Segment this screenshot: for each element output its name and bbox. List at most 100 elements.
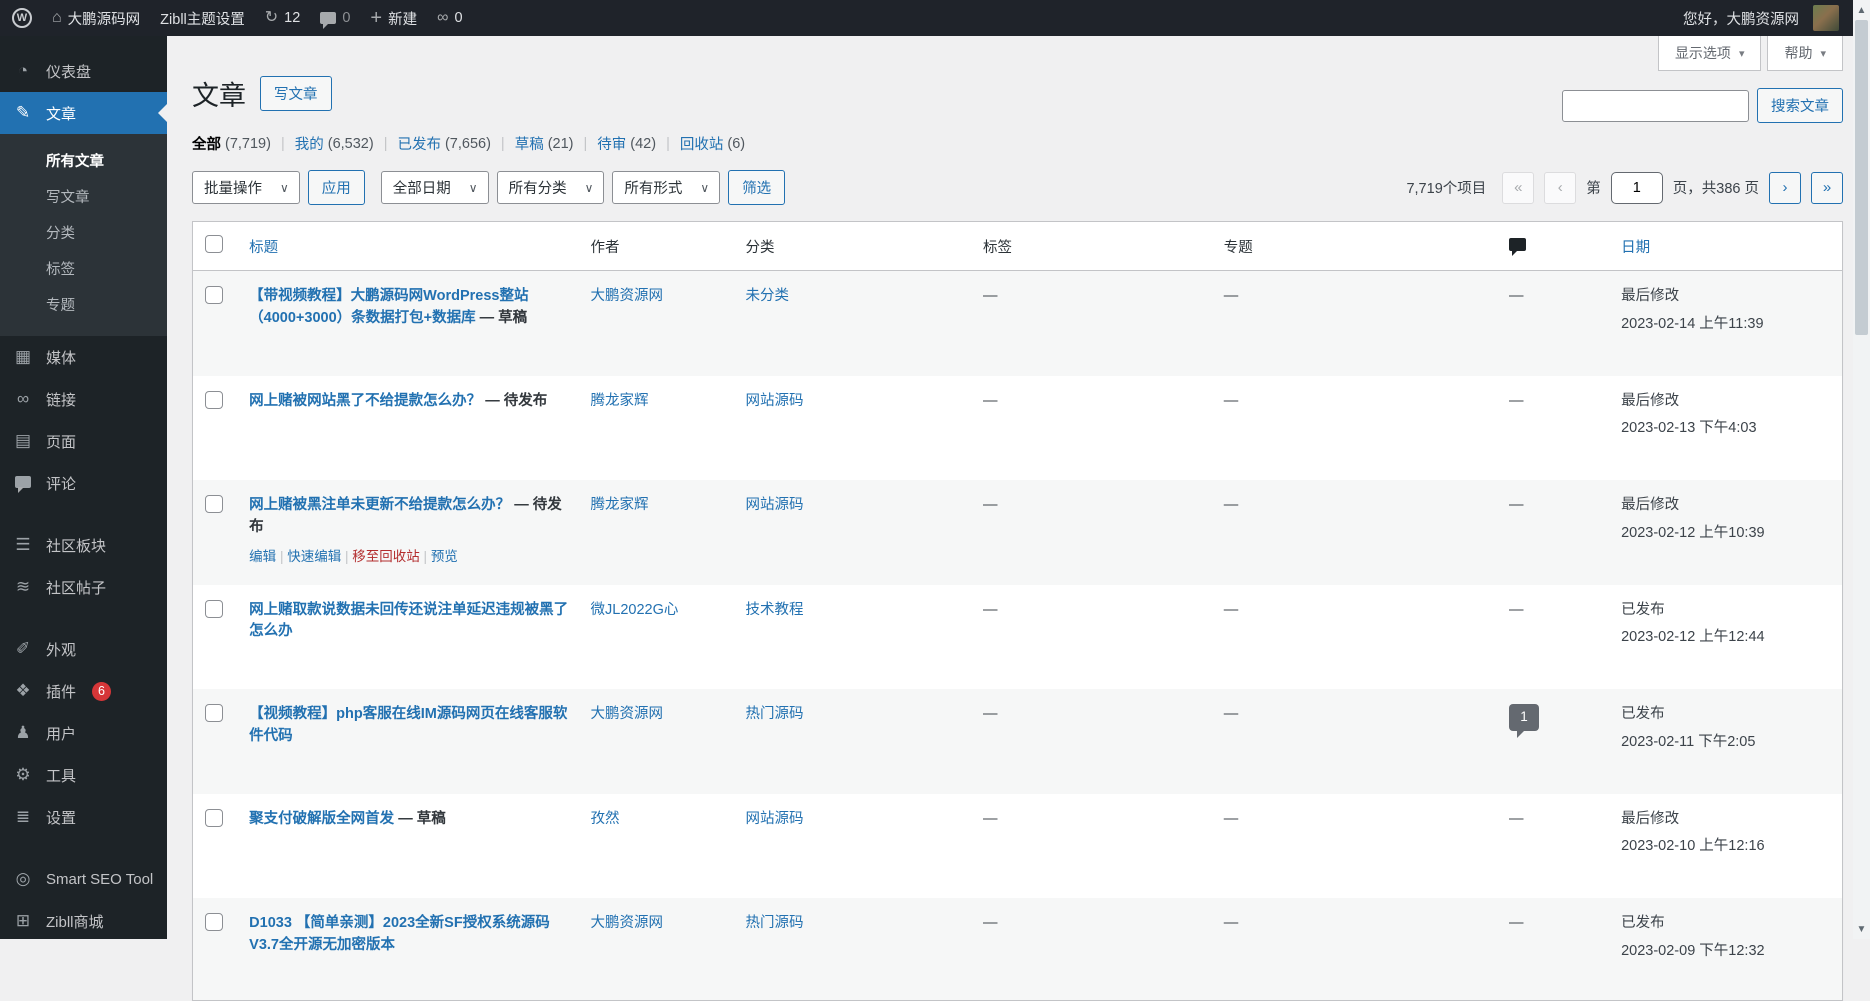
trash-action[interactable]: 移至回收站: [352, 549, 420, 564]
sidebar-item-label: 文章: [46, 103, 76, 124]
sidebar-item-links[interactable]: ∞ 链接: [0, 378, 167, 420]
filter-mine[interactable]: 我的: [295, 133, 324, 154]
row-checkbox[interactable]: [205, 704, 223, 722]
date-filter-select[interactable]: 全部日期 ∨: [381, 171, 489, 204]
category-link[interactable]: 未分类: [746, 288, 790, 304]
first-page-button[interactable]: «: [1502, 172, 1534, 204]
filter-published[interactable]: 已发布: [397, 133, 441, 154]
submenu-tags[interactable]: 标签: [0, 250, 167, 286]
submenu-write-post[interactable]: 写文章: [0, 178, 167, 214]
date-value: 2023-02-10 上午12:16: [1621, 836, 1832, 858]
next-page-button[interactable]: ›: [1769, 172, 1801, 204]
post-title-link[interactable]: 网上赌被黑注单未更新不给提款怎么办？: [249, 497, 510, 513]
submenu-categories[interactable]: 分类: [0, 214, 167, 250]
post-state: — 草稿: [476, 310, 528, 326]
category-filter-select[interactable]: 所有分类 ∨: [497, 171, 605, 204]
date-status: 最后修改: [1621, 809, 1832, 831]
vertical-scrollbar[interactable]: ▲ ▼: [1853, 0, 1870, 939]
screen-options-label: 显示选项: [1675, 43, 1731, 63]
adminbar-links[interactable]: ∞ 0: [437, 10, 462, 26]
apply-button[interactable]: 应用: [308, 170, 365, 205]
category-link[interactable]: 网站源码: [746, 811, 804, 827]
scroll-up-arrow-icon[interactable]: ▲: [1853, 2, 1870, 18]
adminbar-updates[interactable]: ↻ 12: [265, 10, 301, 26]
sidebar-item-settings[interactable]: ≣ 设置: [0, 796, 167, 838]
author-link[interactable]: 腾龙家辉: [591, 393, 649, 409]
post-title-link[interactable]: 聚支付破解版全网首发: [249, 811, 394, 827]
post-title-link[interactable]: 网上赌取款说数据未回传还说注单延迟违规被黑了怎么办: [249, 602, 568, 640]
category-link[interactable]: 热门源码: [746, 706, 804, 722]
row-checkbox[interactable]: [205, 913, 223, 931]
search-input[interactable]: [1562, 90, 1749, 122]
sidebar-item-users[interactable]: ♟ 用户: [0, 712, 167, 754]
sidebar-item-posts[interactable]: ✎ 文章: [0, 92, 167, 134]
scroll-down-arrow-icon[interactable]: ▼: [1853, 921, 1870, 937]
sidebar-item-zibll-shop[interactable]: ⊞ Zibll商城: [0, 900, 167, 942]
category-link[interactable]: 热门源码: [746, 915, 804, 931]
sidebar-item-media[interactable]: ▦ 媒体: [0, 336, 167, 378]
sidebar-item-smart-seo-tool[interactable]: ◎ Smart SEO Tool: [0, 858, 167, 900]
post-title-link[interactable]: D1033 【简单亲测】2023全新SF授权系统源码 V3.7全开源无加密版本: [249, 915, 550, 953]
filter-separator: |: [584, 136, 588, 152]
select-all-checkbox[interactable]: [205, 235, 223, 253]
filter-all[interactable]: 全部: [192, 133, 221, 154]
adminbar-site-link[interactable]: ⌂ 大鹏源码网: [52, 8, 140, 29]
home-icon: ⌂: [52, 10, 62, 26]
filter-trash[interactable]: 回收站: [680, 133, 724, 154]
topic-value: —: [1224, 602, 1239, 618]
post-title-link[interactable]: 网上赌被网站黑了不给提款怎么办？: [249, 393, 481, 409]
category-link[interactable]: 技术教程: [746, 602, 804, 618]
wordpress-logo-icon[interactable]: W: [12, 8, 32, 28]
filter-draft[interactable]: 草稿: [515, 133, 544, 154]
sidebar-item-tools[interactable]: ⚙ 工具: [0, 754, 167, 796]
bulk-actions-select[interactable]: 批量操作 ∨: [192, 171, 300, 204]
help-button[interactable]: 帮助 ▾: [1767, 36, 1843, 71]
screen-options-button[interactable]: 显示选项 ▾: [1658, 36, 1762, 71]
column-header-date[interactable]: 日期: [1611, 222, 1842, 271]
row-checkbox[interactable]: [205, 809, 223, 827]
filter-separator: |: [384, 136, 388, 152]
row-checkbox[interactable]: [205, 391, 223, 409]
last-page-button[interactable]: »: [1811, 172, 1843, 204]
author-link[interactable]: 腾龙家辉: [591, 497, 649, 513]
adminbar-theme-settings[interactable]: Zibll主题设置: [160, 8, 245, 29]
adminbar-new[interactable]: + 新建: [370, 8, 417, 29]
author-link[interactable]: 孜然: [591, 811, 620, 827]
add-new-post-button[interactable]: 写文章: [260, 76, 332, 111]
author-link[interactable]: 微JL2022G心: [591, 602, 679, 618]
category-link[interactable]: 网站源码: [746, 393, 804, 409]
submenu-topics[interactable]: 专题: [0, 286, 167, 322]
sidebar-item-dashboard[interactable]: ◔ 仪表盘: [0, 50, 167, 92]
author-link[interactable]: 大鹏资源网: [591, 706, 664, 722]
submenu-all-posts[interactable]: 所有文章: [0, 142, 167, 178]
scrollbar-thumb[interactable]: [1855, 20, 1868, 335]
column-header-title[interactable]: 标题: [239, 222, 580, 271]
edit-action[interactable]: 编辑: [249, 549, 276, 564]
row-checkbox[interactable]: [205, 600, 223, 618]
sidebar-item-appearance[interactable]: ✐ 外观: [0, 628, 167, 670]
row-checkbox[interactable]: [205, 495, 223, 513]
current-page-input[interactable]: [1611, 172, 1663, 204]
sidebar-item-pages[interactable]: ▤ 页面: [0, 420, 167, 462]
comment-count-bubble[interactable]: 1: [1509, 704, 1539, 731]
row-checkbox[interactable]: [205, 286, 223, 304]
adminbar-comments[interactable]: 0: [320, 10, 350, 26]
post-title-link[interactable]: 【视频教程】php客服在线IM源码网页在线客服软件代码: [249, 706, 567, 744]
quick-edit-action[interactable]: 快速编辑: [287, 549, 341, 564]
filter-button[interactable]: 筛选: [728, 170, 785, 205]
preview-action[interactable]: 预览: [431, 549, 458, 564]
prev-page-button[interactable]: ‹: [1544, 172, 1576, 204]
author-link[interactable]: 大鹏资源网: [591, 288, 664, 304]
comment-count: 1: [1520, 707, 1528, 727]
sidebar-item-community-posts[interactable]: ≋ 社区帖子: [0, 566, 167, 608]
search-posts-button[interactable]: 搜索文章: [1757, 88, 1843, 123]
author-link[interactable]: 大鹏资源网: [591, 915, 664, 931]
sidebar-item-comments[interactable]: 评论: [0, 462, 167, 504]
sidebar-item-community-board[interactable]: ☰ 社区板块: [0, 524, 167, 566]
category-link[interactable]: 网站源码: [746, 497, 804, 513]
column-header-comments: [1499, 222, 1611, 271]
format-filter-select[interactable]: 所有形式 ∨: [612, 171, 720, 204]
sidebar-item-plugins[interactable]: ❖ 插件 6: [0, 670, 167, 712]
adminbar-account[interactable]: 您好，大鹏资源网: [1683, 5, 1839, 31]
filter-pending[interactable]: 待审: [597, 133, 626, 154]
